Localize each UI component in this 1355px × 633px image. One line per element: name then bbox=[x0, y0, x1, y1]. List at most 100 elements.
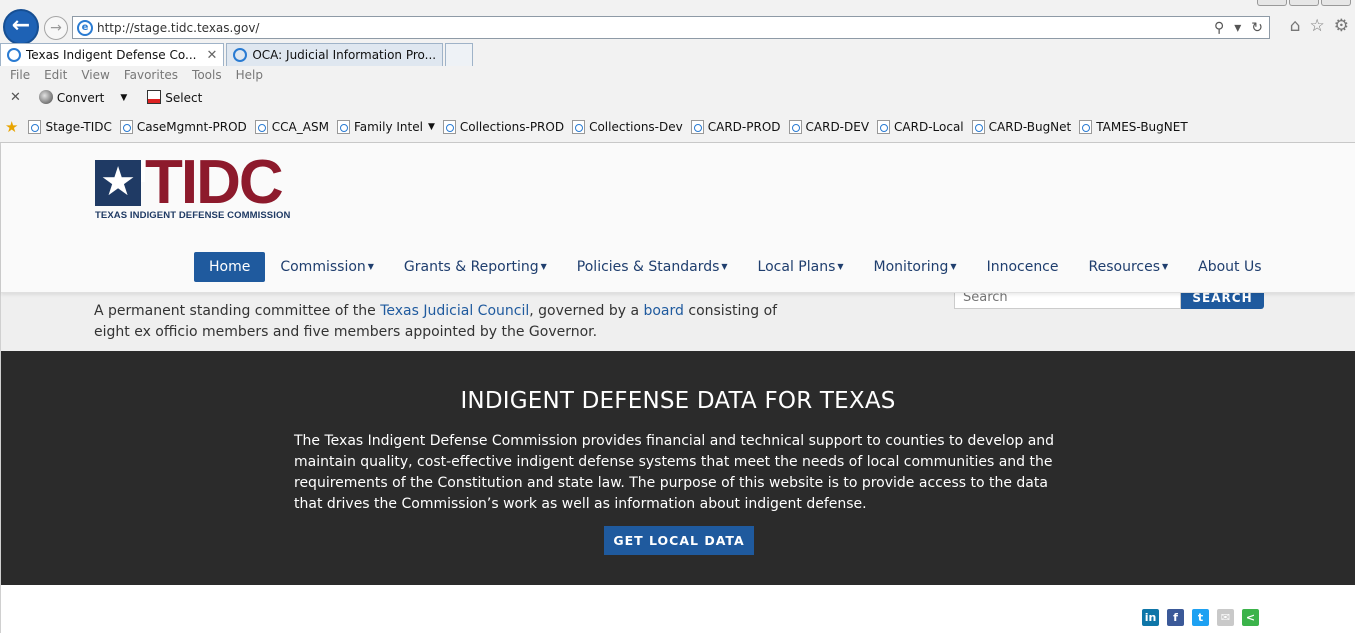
nav-grants-reporting[interactable]: Grants & Reporting ▼ bbox=[389, 252, 562, 282]
tab-strip: Texas Indigent Defense Co... ✕ OCA: Judi… bbox=[0, 43, 475, 66]
gear-icon[interactable]: ⚙ bbox=[1334, 16, 1349, 36]
tab-oca[interactable]: OCA: Judicial Information Pro... bbox=[226, 43, 444, 66]
favorite-tames-bugnet[interactable]: TAMES-BugNET bbox=[1079, 120, 1188, 134]
favorite-collections-prod[interactable]: Collections-PROD bbox=[442, 120, 565, 134]
favorite-casemgmnt-prod[interactable]: CaseMgmnt-PROD bbox=[119, 120, 247, 134]
page-icon bbox=[788, 120, 802, 134]
nav-label: Local Plans bbox=[757, 259, 836, 275]
page-icon bbox=[572, 120, 586, 134]
maximize-button[interactable] bbox=[1289, 0, 1319, 6]
tab-tidc[interactable]: Texas Indigent Defense Co... ✕ bbox=[0, 43, 225, 66]
close-window-button[interactable] bbox=[1321, 0, 1351, 6]
share-icon[interactable]: < bbox=[1242, 609, 1259, 626]
nav-local-plans[interactable]: Local Plans ▼ bbox=[743, 252, 859, 282]
favorite-card-bugnet[interactable]: CARD-BugNet bbox=[971, 120, 1072, 134]
intro-text: A permanent standing committee of the Te… bbox=[94, 301, 784, 343]
texas-star-icon: ★ bbox=[95, 160, 141, 206]
convert-button[interactable]: Convert bbox=[38, 90, 105, 105]
favorite-stage-tidc[interactable]: Stage-TIDC bbox=[28, 120, 112, 134]
logo-wordmark: TIDC bbox=[145, 148, 284, 217]
email-icon[interactable]: ✉ bbox=[1217, 609, 1234, 626]
favorite-label: Stage-TIDC bbox=[45, 120, 112, 134]
nav-policies-standards[interactable]: Policies & Standards ▼ bbox=[562, 252, 743, 282]
site-header: ★ TIDC TEXAS INDIGENT DEFENSE COMMISSION… bbox=[1, 143, 1355, 293]
select-button[interactable]: Select bbox=[147, 90, 202, 105]
page-icon bbox=[119, 120, 133, 134]
select-label: Select bbox=[165, 91, 203, 105]
favorite-label: TAMES-BugNET bbox=[1096, 120, 1188, 134]
chevron-down-icon[interactable]: ▼ bbox=[428, 122, 435, 132]
command-bar: ✕ Convert ▼ Select bbox=[10, 90, 202, 105]
close-toolbar-icon[interactable]: ✕ bbox=[10, 90, 21, 105]
page-icon bbox=[254, 120, 268, 134]
menu-tools[interactable]: Tools bbox=[192, 68, 222, 82]
menu-edit[interactable]: Edit bbox=[44, 68, 67, 82]
refresh-icon[interactable]: ↻ bbox=[1251, 20, 1263, 36]
favorite-label: CARD-BugNet bbox=[988, 120, 1072, 134]
caret-down-icon: ▼ bbox=[837, 262, 844, 271]
favorite-family-intel[interactable]: Family Intel ▼ bbox=[336, 120, 435, 134]
get-local-data-button[interactable]: GET LOCAL DATA bbox=[604, 526, 754, 555]
browser-right-icons: ⌂ ☆ ⚙ bbox=[1290, 16, 1349, 36]
tab-label: OCA: Judicial Information Pro... bbox=[252, 48, 437, 62]
favorite-collections-dev[interactable]: Collections-Dev bbox=[572, 120, 683, 134]
minimize-button[interactable] bbox=[1257, 0, 1287, 6]
tidc-logo[interactable]: ★ TIDC TEXAS INDIGENT DEFENSE COMMISSION bbox=[95, 148, 295, 224]
nav-about-us[interactable]: About Us bbox=[1183, 252, 1276, 282]
ie-tab-icon bbox=[7, 48, 21, 62]
favorites-star-icon[interactable]: ★ bbox=[5, 118, 18, 136]
hero-section: INDIGENT DEFENSE DATA FOR TEXAS The Texa… bbox=[1, 351, 1355, 585]
linkedin-icon[interactable]: in bbox=[1142, 609, 1159, 626]
page-icon bbox=[336, 120, 350, 134]
search-icon[interactable]: ⚲ bbox=[1214, 20, 1224, 36]
convert-label: Convert bbox=[56, 91, 105, 105]
nav-label: Policies & Standards bbox=[576, 259, 720, 275]
new-tab-button[interactable] bbox=[445, 43, 474, 66]
favorite-label: Family Intel bbox=[353, 120, 423, 134]
favorite-label: Collections-PROD bbox=[459, 120, 565, 134]
favorite-card-local[interactable]: CARD-Local bbox=[877, 120, 964, 134]
menu-file[interactable]: File bbox=[10, 68, 30, 82]
convert-icon bbox=[38, 90, 53, 104]
forward-button[interactable]: → bbox=[44, 16, 68, 40]
back-button[interactable]: ← bbox=[3, 9, 39, 45]
nav-monitoring[interactable]: Monitoring ▼ bbox=[859, 252, 972, 282]
favorite-cca-asm[interactable]: CCA_ASM bbox=[254, 120, 329, 134]
texas-judicial-council-link[interactable]: Texas Judicial Council bbox=[380, 303, 529, 319]
dropdown-arrow-icon[interactable]: ▾ bbox=[1234, 20, 1241, 36]
twitter-icon[interactable]: t bbox=[1192, 609, 1209, 626]
page-icon bbox=[690, 120, 704, 134]
nav-resources[interactable]: Resources ▼ bbox=[1074, 252, 1184, 282]
favorite-card-dev[interactable]: CARD-DEV bbox=[788, 120, 869, 134]
nav-label: Monitoring bbox=[873, 259, 949, 275]
caret-down-icon: ▼ bbox=[1162, 262, 1169, 271]
hero-body: The Texas Indigent Defense Commission pr… bbox=[294, 433, 1055, 512]
home-icon[interactable]: ⌂ bbox=[1290, 16, 1301, 36]
address-url[interactable]: http://stage.tidc.texas.gov/ bbox=[97, 21, 1214, 35]
caret-down-icon: ▼ bbox=[721, 262, 728, 271]
nav-home[interactable]: Home bbox=[194, 252, 266, 282]
intro-band: A permanent standing committee of the Te… bbox=[1, 287, 1355, 351]
caret-down-icon: ▼ bbox=[540, 262, 547, 271]
favorite-card-prod[interactable]: CARD-PROD bbox=[690, 120, 781, 134]
menu-view[interactable]: View bbox=[81, 68, 109, 82]
favorites-bar: ★ Stage-TIDC CaseMgmnt-PROD CCA_ASM Fami… bbox=[5, 118, 1188, 136]
close-icon[interactable]: ✕ bbox=[206, 48, 217, 63]
logo-tagline: TEXAS INDIGENT DEFENSE COMMISSION bbox=[95, 210, 291, 221]
page-icon bbox=[442, 120, 456, 134]
menu-favorites[interactable]: Favorites bbox=[124, 68, 178, 82]
nav-label: Commission bbox=[280, 259, 366, 275]
chevron-down-icon[interactable]: ▼ bbox=[120, 93, 127, 103]
facebook-icon[interactable]: f bbox=[1167, 609, 1184, 626]
arrow-right-icon: → bbox=[50, 20, 62, 36]
menu-help[interactable]: Help bbox=[236, 68, 263, 82]
caret-down-icon: ▼ bbox=[950, 262, 957, 271]
main-nav: Home Commission ▼ Grants & Reporting ▼ Pol… bbox=[194, 252, 1277, 282]
ie-page-icon: e bbox=[77, 19, 93, 36]
nav-commission[interactable]: Commission ▼ bbox=[265, 252, 389, 282]
board-link[interactable]: board bbox=[643, 303, 683, 319]
web-page: ★ TIDC TEXAS INDIGENT DEFENSE COMMISSION… bbox=[0, 143, 1355, 633]
favorites-star-icon[interactable]: ☆ bbox=[1310, 16, 1325, 36]
nav-innocence[interactable]: Innocence bbox=[972, 252, 1074, 282]
address-bar[interactable]: e http://stage.tidc.texas.gov/ ⚲ ▾ ↻ bbox=[72, 16, 1270, 39]
